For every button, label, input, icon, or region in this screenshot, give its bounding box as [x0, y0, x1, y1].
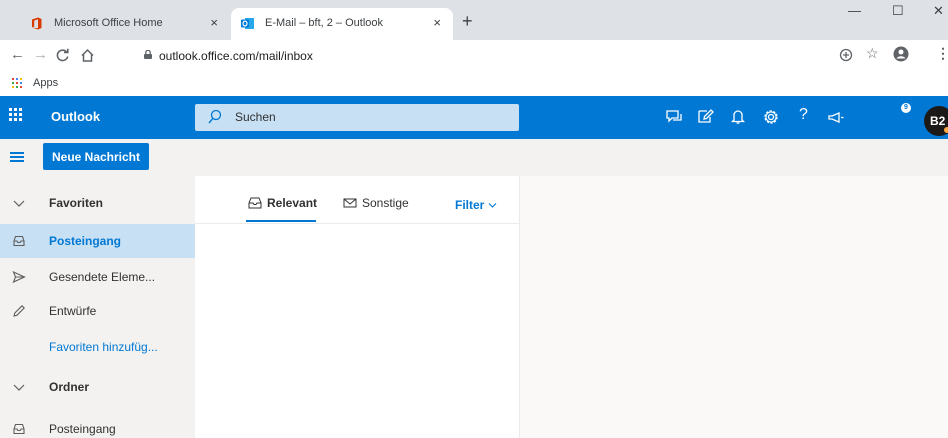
command-bar: Neue Nachricht: [0, 139, 948, 176]
nav-label: Favoriten hinzufüg...: [49, 340, 158, 354]
megaphone-icon[interactable]: [826, 107, 846, 127]
search-box[interactable]: [195, 104, 519, 131]
tab-label: Sonstige: [362, 196, 409, 210]
home-icon[interactable]: [80, 48, 95, 63]
send-icon: [12, 270, 26, 284]
tab-office-home[interactable]: Microsoft Office Home ×: [20, 8, 230, 40]
outlook-header: Outlook ?: [0, 96, 948, 139]
nav-label: Entwürfe: [49, 304, 97, 318]
nav-section-folders[interactable]: Ordner: [0, 370, 195, 404]
minimize-button[interactable]: —: [848, 3, 861, 18]
nav-label: Posteingang: [49, 234, 122, 248]
edit-icon[interactable]: [696, 107, 716, 127]
address-bar[interactable]: outlook.office.com/mail/inbox: [132, 45, 892, 67]
tab-relevant[interactable]: Relevant: [248, 196, 317, 210]
bookmark-apps[interactable]: Apps: [33, 77, 58, 89]
nav-label: Ordner: [49, 380, 90, 394]
office-icon: [32, 17, 42, 30]
envelope-icon: [343, 198, 357, 208]
pencil-icon: [13, 305, 25, 317]
nav-add-favorite-link[interactable]: Favoriten hinzufüg...: [0, 330, 195, 364]
reading-pane: [520, 176, 948, 438]
tab-title: Microsoft Office Home: [54, 17, 163, 29]
chevron-down-icon: [13, 384, 25, 391]
filter-label: Filter: [455, 198, 485, 212]
chevron-down-icon: [13, 200, 25, 207]
nav-item-inbox[interactable]: Posteingang: [0, 412, 195, 438]
folder-pane: Favoriten Posteingang Gesendete Eleme...…: [0, 176, 195, 438]
inbox-icon: [13, 423, 25, 435]
tab-title: E-Mail – bft, 2 – Outlook: [265, 17, 383, 29]
nav-section-favorites[interactable]: Favoriten: [0, 186, 195, 220]
tab-close-icon[interactable]: ×: [433, 15, 441, 30]
forward-arrow-icon[interactable]: →: [33, 47, 48, 63]
back-arrow-icon[interactable]: ←: [10, 47, 25, 63]
tab-label: Relevant: [267, 196, 318, 210]
app-title[interactable]: Outlook: [51, 109, 100, 124]
message-list: Relevant Sonstige Filter: [195, 176, 520, 438]
maximize-button[interactable]: ☐: [892, 3, 904, 19]
nav-label: Favoriten: [49, 196, 104, 210]
tab-sonstige[interactable]: Sonstige: [343, 196, 409, 210]
inbox-tray-icon: [248, 197, 262, 209]
app-launcher-icon[interactable]: [9, 108, 23, 122]
lock-icon: [144, 50, 152, 59]
nav-label: Gesendete Eleme...: [49, 270, 156, 284]
browser-menu-icon[interactable]: ⋮: [936, 45, 948, 62]
hamburger-menu-icon[interactable]: [10, 152, 24, 162]
browser-toolbar: ← → outlook.office.com/mail/inbox ☆ ⋮: [0, 40, 948, 72]
help-icon[interactable]: ?: [799, 106, 819, 126]
nav-item-sent[interactable]: Gesendete Eleme...: [0, 260, 195, 294]
nav-item-drafts[interactable]: Entwürfe: [0, 294, 195, 328]
reload-icon[interactable]: [55, 48, 70, 63]
nav-item-inbox-favorite[interactable]: Posteingang: [0, 224, 195, 258]
presence-status-icon: [943, 126, 948, 134]
bell-icon[interactable]: [728, 107, 748, 127]
install-app-icon[interactable]: [839, 48, 853, 62]
url-text: outlook.office.com/mail/inbox: [159, 49, 313, 63]
divider: [195, 223, 520, 224]
browser-tabstrip: Microsoft Office Home × E-Mail – bft, 2 …: [0, 0, 948, 40]
search-icon: [208, 109, 222, 124]
close-window-button[interactable]: ✕: [933, 3, 944, 19]
filter-button[interactable]: Filter: [455, 198, 497, 212]
tab-close-icon[interactable]: ×: [210, 15, 218, 30]
apps-grid-icon[interactable]: [12, 78, 22, 88]
gear-icon[interactable]: [761, 107, 781, 127]
chat-icon[interactable]: [664, 107, 684, 127]
profile-icon[interactable]: [893, 46, 909, 62]
search-input[interactable]: [235, 109, 505, 125]
new-message-button[interactable]: Neue Nachricht: [43, 143, 149, 170]
new-tab-button[interactable]: +: [462, 12, 473, 30]
tab-outlook[interactable]: E-Mail – bft, 2 – Outlook ×: [231, 8, 453, 40]
active-tab-indicator: [246, 220, 316, 222]
bookmark-star-icon[interactable]: ☆: [866, 45, 879, 62]
inbox-icon: [13, 235, 25, 247]
chevron-down-icon: [488, 203, 497, 208]
nav-label: Posteingang: [49, 422, 116, 436]
notification-badge: 9: [901, 103, 911, 113]
outlook-icon: [241, 18, 254, 29]
bookmarks-bar: Apps: [0, 72, 948, 96]
